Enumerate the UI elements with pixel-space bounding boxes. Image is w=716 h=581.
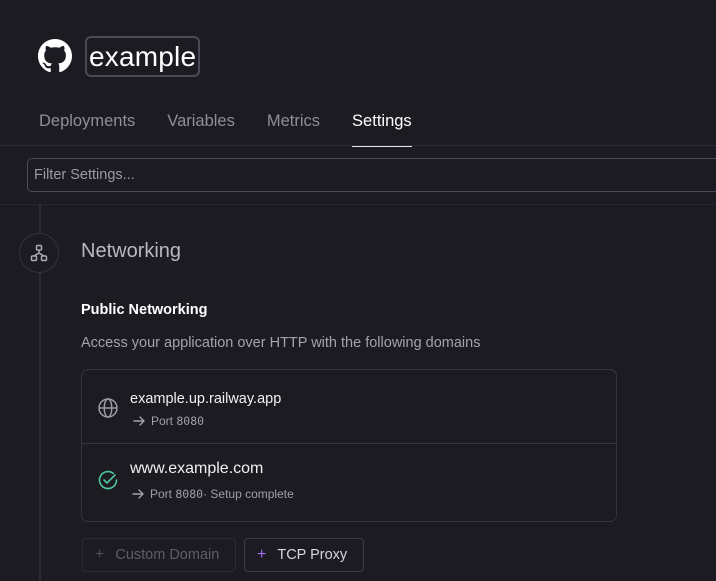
filter-bar [0, 146, 716, 205]
domain-name[interactable]: www.example.com [130, 460, 263, 478]
github-icon[interactable] [38, 39, 72, 73]
port-number: 8080 [175, 487, 204, 501]
domain-row[interactable]: example.up.railway.app Port 8080 [82, 370, 616, 444]
tab-bar: Deployments Variables Metrics Settings [39, 108, 444, 147]
domain-row[interactable]: www.example.com Port 8080 · Setup comple… [81, 443, 617, 521]
filter-settings-input[interactable] [27, 158, 716, 192]
public-networking-title: Public Networking [81, 302, 208, 318]
port-prefix: Port [150, 487, 173, 501]
service-header: example Deployments Variables Metrics Se… [0, 0, 716, 147]
tab-settings[interactable]: Settings [352, 108, 412, 147]
globe-icon [98, 398, 118, 418]
section-title: Networking [81, 240, 182, 262]
tcp-proxy-label: TCP Proxy [277, 547, 348, 563]
port-info: Port 8080 · Setup complete [131, 487, 294, 501]
tab-deployments[interactable]: Deployments [39, 108, 135, 146]
arrow-right-icon [132, 489, 144, 499]
tcp-proxy-button[interactable]: + TCP Proxy [244, 538, 364, 572]
networking-section-badge [19, 233, 59, 273]
network-icon [30, 244, 48, 262]
service-name[interactable]: example [85, 36, 201, 77]
port-prefix: Port [151, 414, 174, 428]
arrow-right-icon [133, 416, 145, 426]
plus-icon: + [257, 546, 267, 563]
setup-status: · Setup complete [203, 487, 294, 501]
tab-metrics[interactable]: Metrics [267, 108, 320, 146]
check-circle-icon [98, 470, 118, 490]
port-number: 8080 [176, 414, 205, 428]
domain-name[interactable]: example.up.railway.app [130, 391, 281, 407]
port-info: Port 8080 [132, 414, 204, 428]
custom-domain-button[interactable]: + Custom Domain [82, 538, 236, 572]
public-networking-description: Access your application over HTTP with t… [81, 335, 481, 351]
tab-variables[interactable]: Variables [167, 108, 235, 146]
plus-icon: + [95, 546, 105, 563]
custom-domain-label: Custom Domain [115, 547, 220, 563]
